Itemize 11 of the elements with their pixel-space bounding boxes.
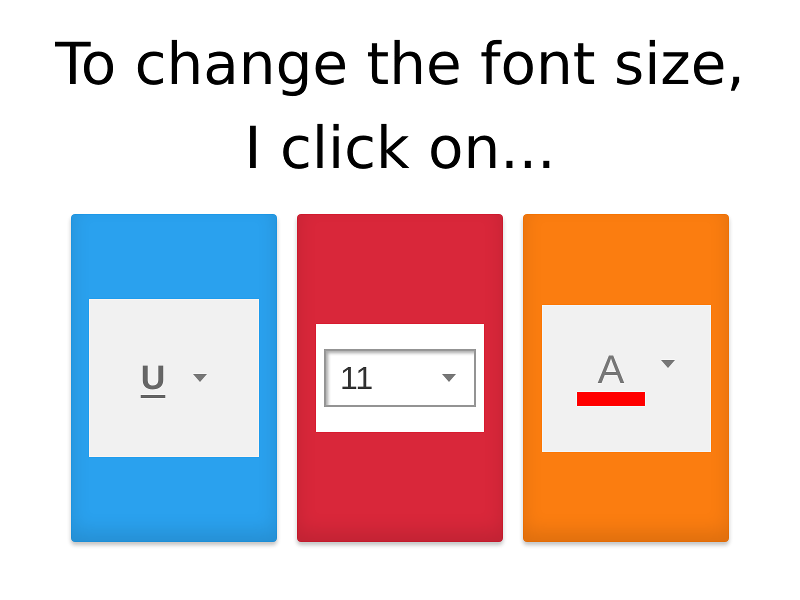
color-bar [577, 392, 645, 406]
answer-card[interactable]: 11 [297, 214, 503, 542]
answer-card[interactable]: U [71, 214, 277, 542]
font-size-field: 11 [324, 349, 476, 407]
caret-icon [661, 360, 675, 368]
caret-icon [193, 374, 208, 382]
underline-icon: U [140, 356, 166, 400]
answer-card[interactable]: A [523, 214, 729, 542]
question-text: To change the font size, I click on... [54, 29, 746, 184]
font-color-icon: A [598, 350, 624, 390]
caret-icon [442, 374, 456, 382]
